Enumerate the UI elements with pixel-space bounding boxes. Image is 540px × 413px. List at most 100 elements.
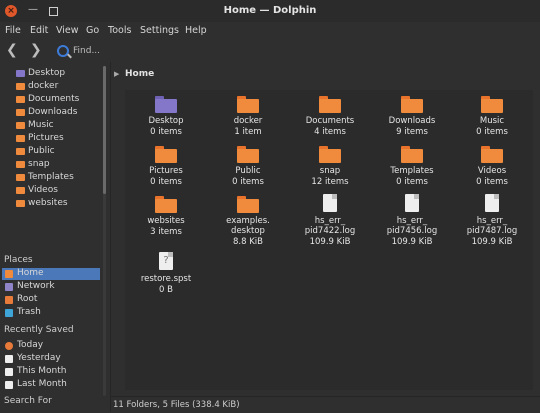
file-name: hs_err_ pid7422.log [304,216,356,236]
folder-icon [319,96,341,113]
file-item[interactable]: Documents 4 items [289,94,371,146]
menu-go[interactable]: Go [86,25,99,36]
search-icon[interactable] [57,45,69,57]
back-icon[interactable]: ❮ [6,43,18,57]
file-item[interactable]: snap 12 items [289,144,371,196]
file-info: 0 items [150,177,182,187]
clock-icon [5,342,13,350]
places-item-network[interactable]: Network [2,281,100,293]
breadcrumb-home[interactable]: Home [125,69,154,79]
file-info: 0 items [150,127,182,137]
find-button[interactable]: Find... [73,46,100,56]
recent-item-yesterday[interactable]: Yesterday [2,353,100,365]
file-item[interactable]: Pictures 0 items [125,144,207,196]
unknown-file-icon: ? [159,252,173,270]
file-item[interactable]: websites 3 items [125,194,207,246]
recent-item-last-month[interactable]: Last Month [2,379,100,391]
tree-item-label: Public [28,146,55,156]
menu-tools[interactable]: Tools [108,25,131,36]
file-item[interactable]: docker 1 item [207,94,289,146]
document-icon [323,194,337,212]
file-info: 109.9 KiB [309,237,351,247]
folder-icon [237,146,259,163]
file-name: Music [479,116,505,126]
file-info: 109.9 KiB [391,237,433,247]
file-name: Desktop [148,116,184,126]
menu-settings[interactable]: Settings [140,25,179,36]
file-info: 0 items [476,127,508,137]
document-icon [405,194,419,212]
places-item-label: Home [17,268,44,278]
folder-icon [16,161,25,168]
tree-item-label: docker [28,81,59,91]
file-info: 9 items [396,127,428,137]
folder-icon [16,187,25,194]
forward-icon[interactable]: ❯ [30,43,42,57]
file-item[interactable]: hs_err_ pid7487.log 109.9 KiB [451,194,533,247]
file-name: Public [235,166,261,176]
menu-help[interactable]: Help [185,25,207,36]
file-item[interactable]: Downloads 9 items [371,94,453,146]
file-item[interactable]: Music 0 items [451,94,533,146]
tree-item-label: Desktop [28,68,66,78]
sidebar: Desktop docker Documents Downloads Music… [0,62,110,412]
file-name: websites [147,216,185,226]
file-info: 3 items [150,227,182,237]
folder-icon [155,96,177,113]
file-name: Downloads [388,116,436,126]
file-item[interactable]: Desktop 0 items [125,94,207,146]
calendar-icon [5,381,13,389]
places-item-trash[interactable]: Trash [2,307,100,319]
file-name: docker [233,116,263,126]
file-item[interactable]: Templates 0 items [371,144,453,196]
file-item[interactable]: ? restore.spst 0 B [125,252,207,304]
folder-icon [481,146,503,163]
folder-icon [319,146,341,163]
file-item[interactable]: Public 0 items [207,144,289,196]
calendar-icon [5,368,13,376]
tree-item-label: websites [28,198,68,208]
file-info: 1 item [234,127,262,137]
sidebar-scrollbar-thumb[interactable] [103,66,106,194]
toolbar: ❮ ❯ Find... [0,40,540,62]
file-item[interactable]: hs_err_ pid7456.log 109.9 KiB [371,194,453,247]
folder-icon [16,122,25,129]
folder-icon [237,196,259,213]
folder-icon [16,83,25,90]
places-item-label: Root [17,294,38,304]
menu-file[interactable]: File [5,25,21,36]
menu-edit[interactable]: Edit [30,25,48,36]
folder-icon [155,146,177,163]
places-heading: Places [4,255,33,265]
window-title: Home — Dolphin [223,5,317,16]
folder-icon [481,96,503,113]
home-icon [5,270,13,278]
folder-icon [16,135,25,142]
breadcrumb-arrow-icon[interactable]: ▶ [114,70,119,78]
menu-view[interactable]: View [56,25,79,36]
recent-item-today[interactable]: Today [2,340,100,352]
file-info: 109.9 KiB [471,237,513,247]
places-item-label: Network [17,281,55,291]
file-item[interactable]: hs_err_ pid7422.log 109.9 KiB [289,194,371,247]
places-item-home[interactable]: Home [2,268,100,280]
recent-item-label: This Month [17,366,67,376]
tree-item-label: Music [28,120,54,130]
menu-bar: File Edit View Go Tools Settings Help [0,22,540,40]
recent-item-this-month[interactable]: This Month [2,366,100,378]
folder-icon [16,96,25,103]
document-icon [485,194,499,212]
file-item[interactable]: Videos 0 items [451,144,533,196]
recent-item-label: Yesterday [17,353,61,363]
folder-icon [16,174,25,181]
folder-icon [401,146,423,163]
file-info: 0 B [159,285,173,295]
status-bar: 11 Folders, 5 Files (338.4 KiB) [111,396,540,413]
places-item-root[interactable]: Root [2,294,100,306]
file-item[interactable]: examples. desktop 8.8 KiB [207,194,289,247]
file-info: 8.8 KiB [233,237,263,247]
file-info: 0 items [396,177,428,187]
file-name: snap [319,166,341,176]
file-name: Videos [477,166,507,176]
folder-icon [237,96,259,113]
